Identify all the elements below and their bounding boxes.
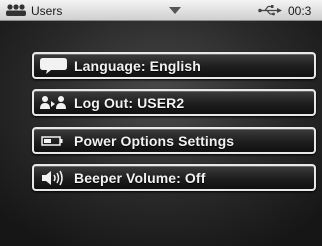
language-button[interactable]: Language: English: [32, 52, 316, 79]
chevron-down-icon[interactable]: [169, 7, 181, 15]
battery-icon: [41, 136, 63, 146]
user-switch-icon: [40, 96, 66, 109]
status-bar: Users 00:3: [0, 0, 322, 21]
power-options-label: Power Options Settings: [74, 133, 235, 149]
logout-button[interactable]: Log Out: USER2: [32, 89, 316, 116]
status-title: Users: [31, 4, 63, 18]
clock: 00:3: [288, 4, 312, 18]
speech-bubble-icon: [40, 58, 67, 74]
speaker-icon: [42, 170, 63, 186]
power-options-button[interactable]: Power Options Settings: [32, 127, 316, 154]
users-icon: [6, 4, 26, 16]
beeper-volume-button[interactable]: Beeper Volume: Off: [32, 164, 316, 191]
beeper-volume-label: Beeper Volume: Off: [74, 170, 206, 186]
logout-label: Log Out: USER2: [74, 95, 185, 111]
device-screen: Users 00:3 Language: English Log Out: US…: [0, 0, 322, 246]
usb-icon: [258, 5, 282, 16]
language-label: Language: English: [74, 58, 201, 74]
